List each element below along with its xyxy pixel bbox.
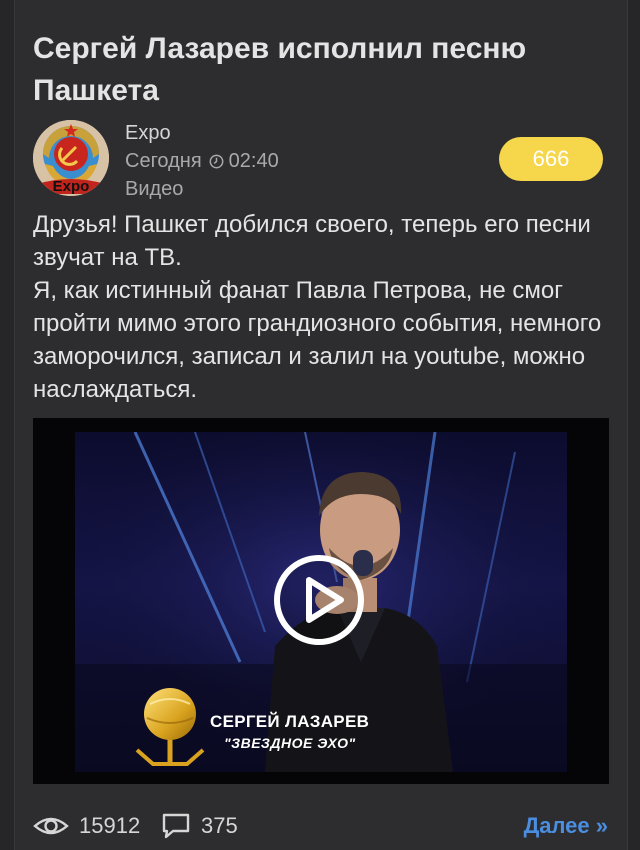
post-body: Друзья! Пашкет добился своего, теперь ег… xyxy=(33,208,618,406)
video-caption-name: СЕРГЕЙ ЛАЗАРЕВ xyxy=(210,712,370,731)
clock-icon xyxy=(209,154,224,169)
comments-counter[interactable]: 375 xyxy=(161,808,238,844)
post-time: 02:40 xyxy=(228,150,279,172)
read-more-link[interactable]: Далее » xyxy=(524,808,608,844)
post-paragraph: Друзья! Пашкет добился своего, теперь ег… xyxy=(33,211,591,271)
views-count: 15912 xyxy=(79,813,141,838)
comments-count: 375 xyxy=(201,813,238,838)
post-category[interactable]: Видео xyxy=(125,178,183,201)
video-player[interactable]: СЕРГЕЙ ЛАЗАРЕВ "ЗВЕЗДНОЕ ЭХО" xyxy=(33,418,609,784)
eye-icon xyxy=(33,817,69,835)
author-name[interactable]: Expo xyxy=(125,122,171,145)
post-date: Сегодня xyxy=(125,150,202,172)
post-paragraph: Я, как истинный фанат Павла Петрова, не … xyxy=(33,277,602,403)
emblem-logo: Expo xyxy=(33,120,109,196)
rating-badge[interactable]: 666 xyxy=(499,137,603,181)
post-card: Сергей Лазарев исполнил песню Пашкета Ex… xyxy=(14,0,628,850)
post-meta: Сегодня 02:40 xyxy=(125,150,279,173)
video-caption-show: "ЗВЕЗДНОЕ ЭХО" xyxy=(224,735,356,751)
play-icon[interactable] xyxy=(273,554,365,646)
comment-icon xyxy=(162,813,190,839)
avatar-text: Expo xyxy=(53,178,90,195)
page-background: Сергей Лазарев исполнил песню Пашкета Ex… xyxy=(0,0,640,850)
views-counter: 15912 xyxy=(33,808,140,844)
author-avatar[interactable]: Expo xyxy=(33,120,109,196)
post-footer: 15912 375 Далее » xyxy=(33,808,608,844)
post-title[interactable]: Сергей Лазарев исполнил песню Пашкета xyxy=(33,28,613,112)
